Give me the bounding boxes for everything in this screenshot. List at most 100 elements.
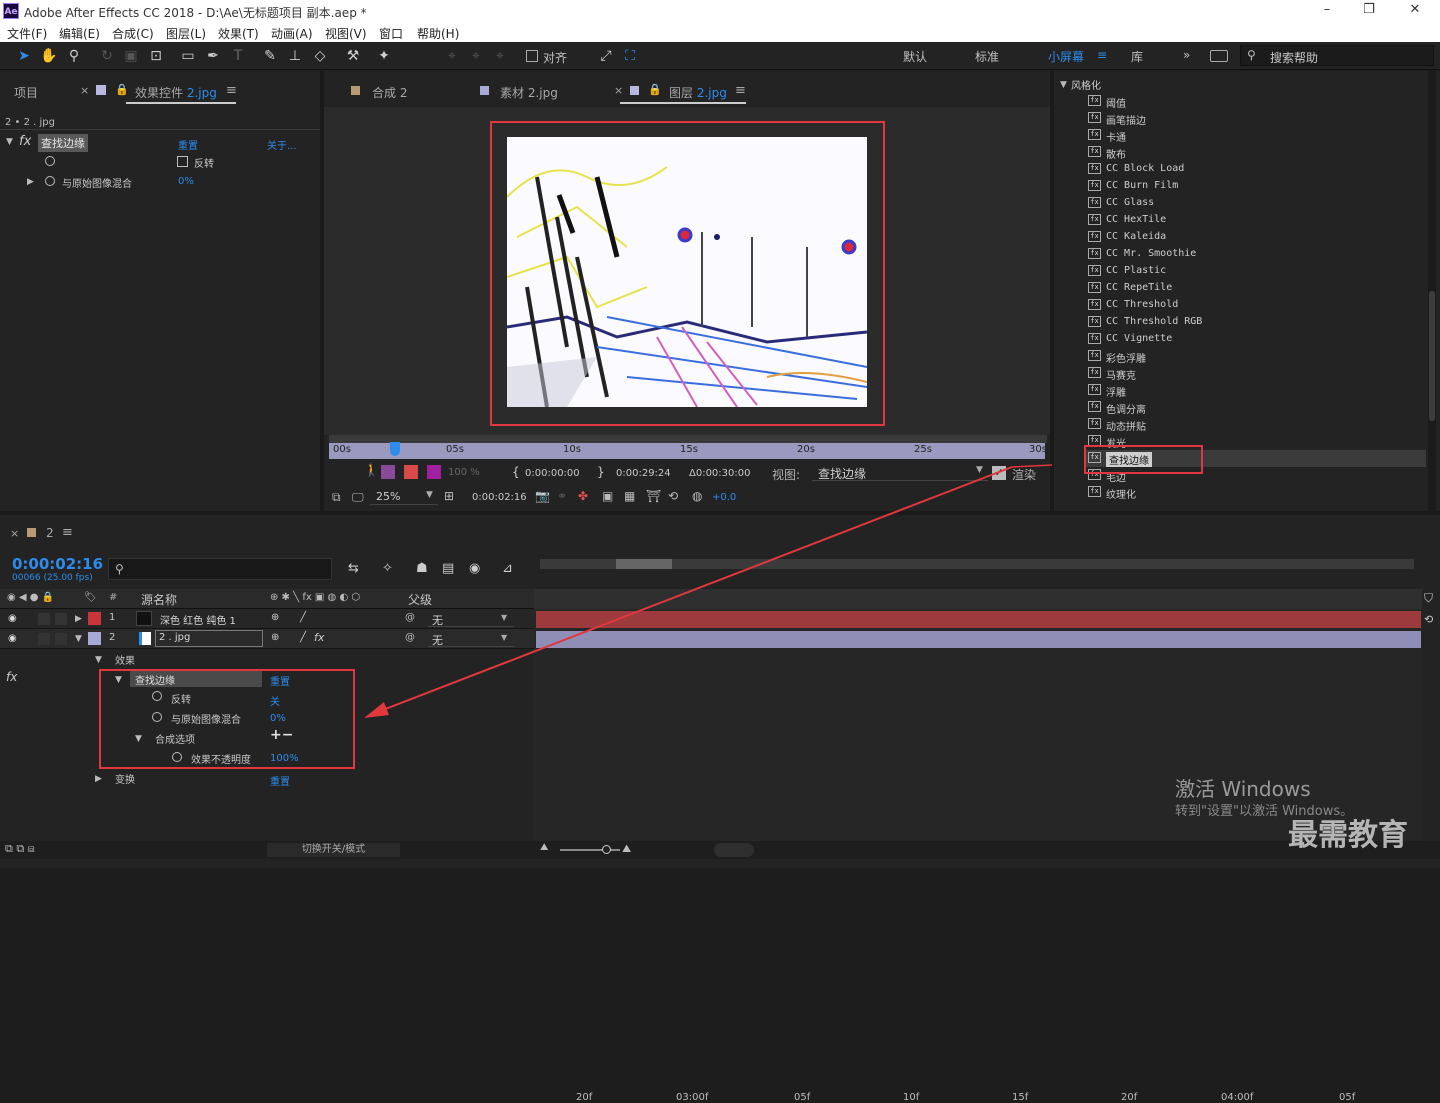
menu-animation[interactable]: 动画(A)	[271, 25, 313, 42]
snap-target-icon[interactable]: ⛶	[621, 47, 639, 65]
zoom-dropdown[interactable]: 25% ▼	[370, 487, 438, 505]
shy-switch-icon[interactable]: ⊕	[271, 612, 279, 623]
effect-list-item[interactable]: fx 动态拼贴	[1086, 416, 1426, 433]
parent-dropdown[interactable]: 无 ▼	[428, 611, 514, 627]
zoom-slider[interactable]	[560, 849, 620, 851]
work-area-bar[interactable]	[329, 435, 1047, 443]
transform-reset-link[interactable]: 重置	[270, 773, 290, 788]
type-tool-icon[interactable]: T	[229, 47, 247, 65]
close-button[interactable]: ✕	[1400, 2, 1430, 17]
render-checkbox[interactable]: ✓	[992, 466, 1006, 480]
motion-blur-icon[interactable]: ◉	[469, 561, 480, 576]
effect-name[interactable]: 查找边缘	[38, 134, 88, 152]
draft-3d-icon[interactable]: ✧	[382, 561, 393, 576]
close-tab-icon[interactable]: ×	[614, 84, 623, 97]
fx-toggle[interactable]: fx	[6, 670, 17, 684]
workspace-menu-icon[interactable]: ≡	[1097, 48, 1107, 62]
panel-menu-icon[interactable]: ≡	[226, 83, 237, 98]
color-swatch[interactable]	[427, 465, 441, 479]
work-area-handle[interactable]	[714, 843, 754, 857]
tab-effect-controls[interactable]: 效果控件 2.jpg	[135, 84, 217, 101]
roto-brush-tool-icon[interactable]: ⚒	[344, 47, 362, 65]
stopwatch-icon[interactable]	[45, 176, 55, 189]
effect-list-item[interactable]: fx CC Mr. Smoothie	[1086, 246, 1426, 263]
workspace-default[interactable]: 默认	[903, 48, 927, 65]
effect-list-item[interactable]: fx CC Burn Film	[1086, 178, 1426, 195]
always-preview-icon[interactable]: ⧉	[332, 490, 341, 505]
comp-flowchart-icon[interactable]: ⛩	[646, 489, 661, 503]
parent-dropdown[interactable]: 无 ▼	[428, 631, 514, 647]
selection-tool-icon[interactable]: ➤	[15, 47, 33, 65]
layer-1-bar[interactable]	[536, 611, 1421, 628]
zoom-out-icon[interactable]: ⛰	[540, 842, 548, 853]
quality-switch-icon[interactable]: ╱	[300, 632, 306, 643]
panel-divider[interactable]	[0, 511, 1440, 515]
effect-list-item[interactable]: fx 色调分离	[1086, 399, 1426, 416]
zoom-in-icon[interactable]: ⛰	[622, 842, 631, 856]
snap-checkbox[interactable]	[526, 50, 538, 62]
panel-divider[interactable]	[320, 71, 324, 511]
lock-toggle[interactable]	[55, 613, 67, 625]
frame-blending-icon[interactable]: ▤	[442, 561, 454, 576]
walker-icon[interactable]: 🚶	[364, 463, 379, 477]
lock-icon[interactable]: 🔒	[115, 83, 129, 96]
menu-edit[interactable]: 编辑(E)	[59, 25, 100, 42]
mask-icon[interactable]	[381, 465, 395, 479]
menu-help[interactable]: 帮助(H)	[417, 25, 459, 42]
graph-editor-icon[interactable]: ⊿	[502, 561, 513, 576]
effect-list-item[interactable]: fx CC HexTile	[1086, 212, 1426, 229]
exposure-icon[interactable]: ◍	[692, 489, 702, 503]
layer-search-input[interactable]: ⚲	[108, 558, 332, 580]
blend-value[interactable]: 0%	[178, 176, 194, 187]
effect-list-item[interactable]: fx 浮雕	[1086, 382, 1426, 399]
tab-layer[interactable]: 图层 2.jpg	[669, 84, 727, 101]
minimize-button[interactable]: –	[1312, 2, 1342, 17]
quality-switch-icon[interactable]: ╱	[300, 612, 306, 623]
puppet-pin-tool-icon[interactable]: ✦	[375, 47, 393, 65]
panel-menu-icon[interactable]: ≡	[735, 83, 746, 98]
effect-list-item[interactable]: fx 画笔描边	[1086, 110, 1426, 127]
visibility-eye-icon[interactable]: ◉	[8, 613, 17, 624]
category-expand-icon[interactable]: ▼	[1060, 80, 1067, 90]
hand-tool-icon[interactable]: ✋	[40, 47, 58, 65]
local-axis-icon[interactable]: ⌖	[443, 47, 461, 65]
safe-margins-icon[interactable]: ⊞	[444, 489, 454, 503]
menu-layer[interactable]: 图层(L)	[166, 25, 206, 42]
zoom-tool-icon[interactable]: ⚲	[65, 47, 83, 65]
effect-list-item[interactable]: fx CC Plastic	[1086, 263, 1426, 280]
playhead[interactable]	[390, 442, 400, 456]
timeline-marker-icon[interactable]: ⛉	[1424, 591, 1433, 606]
effect-list-item[interactable]: fx 纹理化	[1086, 484, 1426, 501]
layer-label-color[interactable]	[88, 632, 101, 645]
tab-footage[interactable]: 素材 2.jpg	[500, 84, 558, 101]
zoom-slider-thumb[interactable]	[602, 845, 611, 854]
close-tab-icon[interactable]: ×	[80, 84, 89, 97]
maximize-button[interactable]: ❐	[1354, 2, 1384, 17]
world-axis-icon[interactable]: ⌖	[467, 47, 485, 65]
effect-list-item[interactable]: fx CC Glass	[1086, 195, 1426, 212]
effect-list-item[interactable]: fx CC Threshold RGB	[1086, 314, 1426, 331]
effect-expand-icon[interactable]: ▼	[6, 137, 13, 147]
effect-list-item[interactable]: fx CC Kaleida	[1086, 229, 1426, 246]
transparency-grid-icon[interactable]: ▦	[624, 489, 635, 503]
table-row[interactable]: ◉ ▶ 1 深色 红色 纯色 1 ⊕ ╱ @ 无 ▼	[0, 609, 534, 629]
effect-list-item[interactable]: fx CC RepeTile	[1086, 280, 1426, 297]
sync-settings-icon[interactable]	[1210, 50, 1228, 62]
close-tab-icon[interactable]: ×	[10, 527, 19, 540]
comp-mini-flowchart-icon[interactable]: ⇆	[348, 561, 359, 576]
scrollbar-thumb[interactable]	[1429, 291, 1435, 421]
menu-effect[interactable]: 效果(T)	[218, 25, 259, 42]
fx-icon[interactable]: fx	[19, 134, 31, 149]
clone-stamp-tool-icon[interactable]: ⊥	[286, 47, 304, 65]
workspace-libraries[interactable]: 库	[1131, 48, 1143, 65]
opacity-value[interactable]: 100 %	[448, 467, 480, 478]
workspace-standard[interactable]: 标准	[975, 48, 999, 65]
effect-list-item[interactable]: fx 马赛克	[1086, 365, 1426, 382]
view-dropdown[interactable]: 查找边缘 ▼	[812, 463, 988, 481]
effect-list-item[interactable]: fx CC Vignette	[1086, 331, 1426, 348]
blend-expand-icon[interactable]: ▶	[27, 177, 34, 187]
camera-tool-icon[interactable]: ▣	[122, 47, 140, 65]
more-workspaces-icon[interactable]: »	[1183, 48, 1190, 62]
reset-exposure-icon[interactable]: ⟲	[668, 489, 678, 503]
view-axis-icon[interactable]: ⌖	[491, 47, 509, 65]
